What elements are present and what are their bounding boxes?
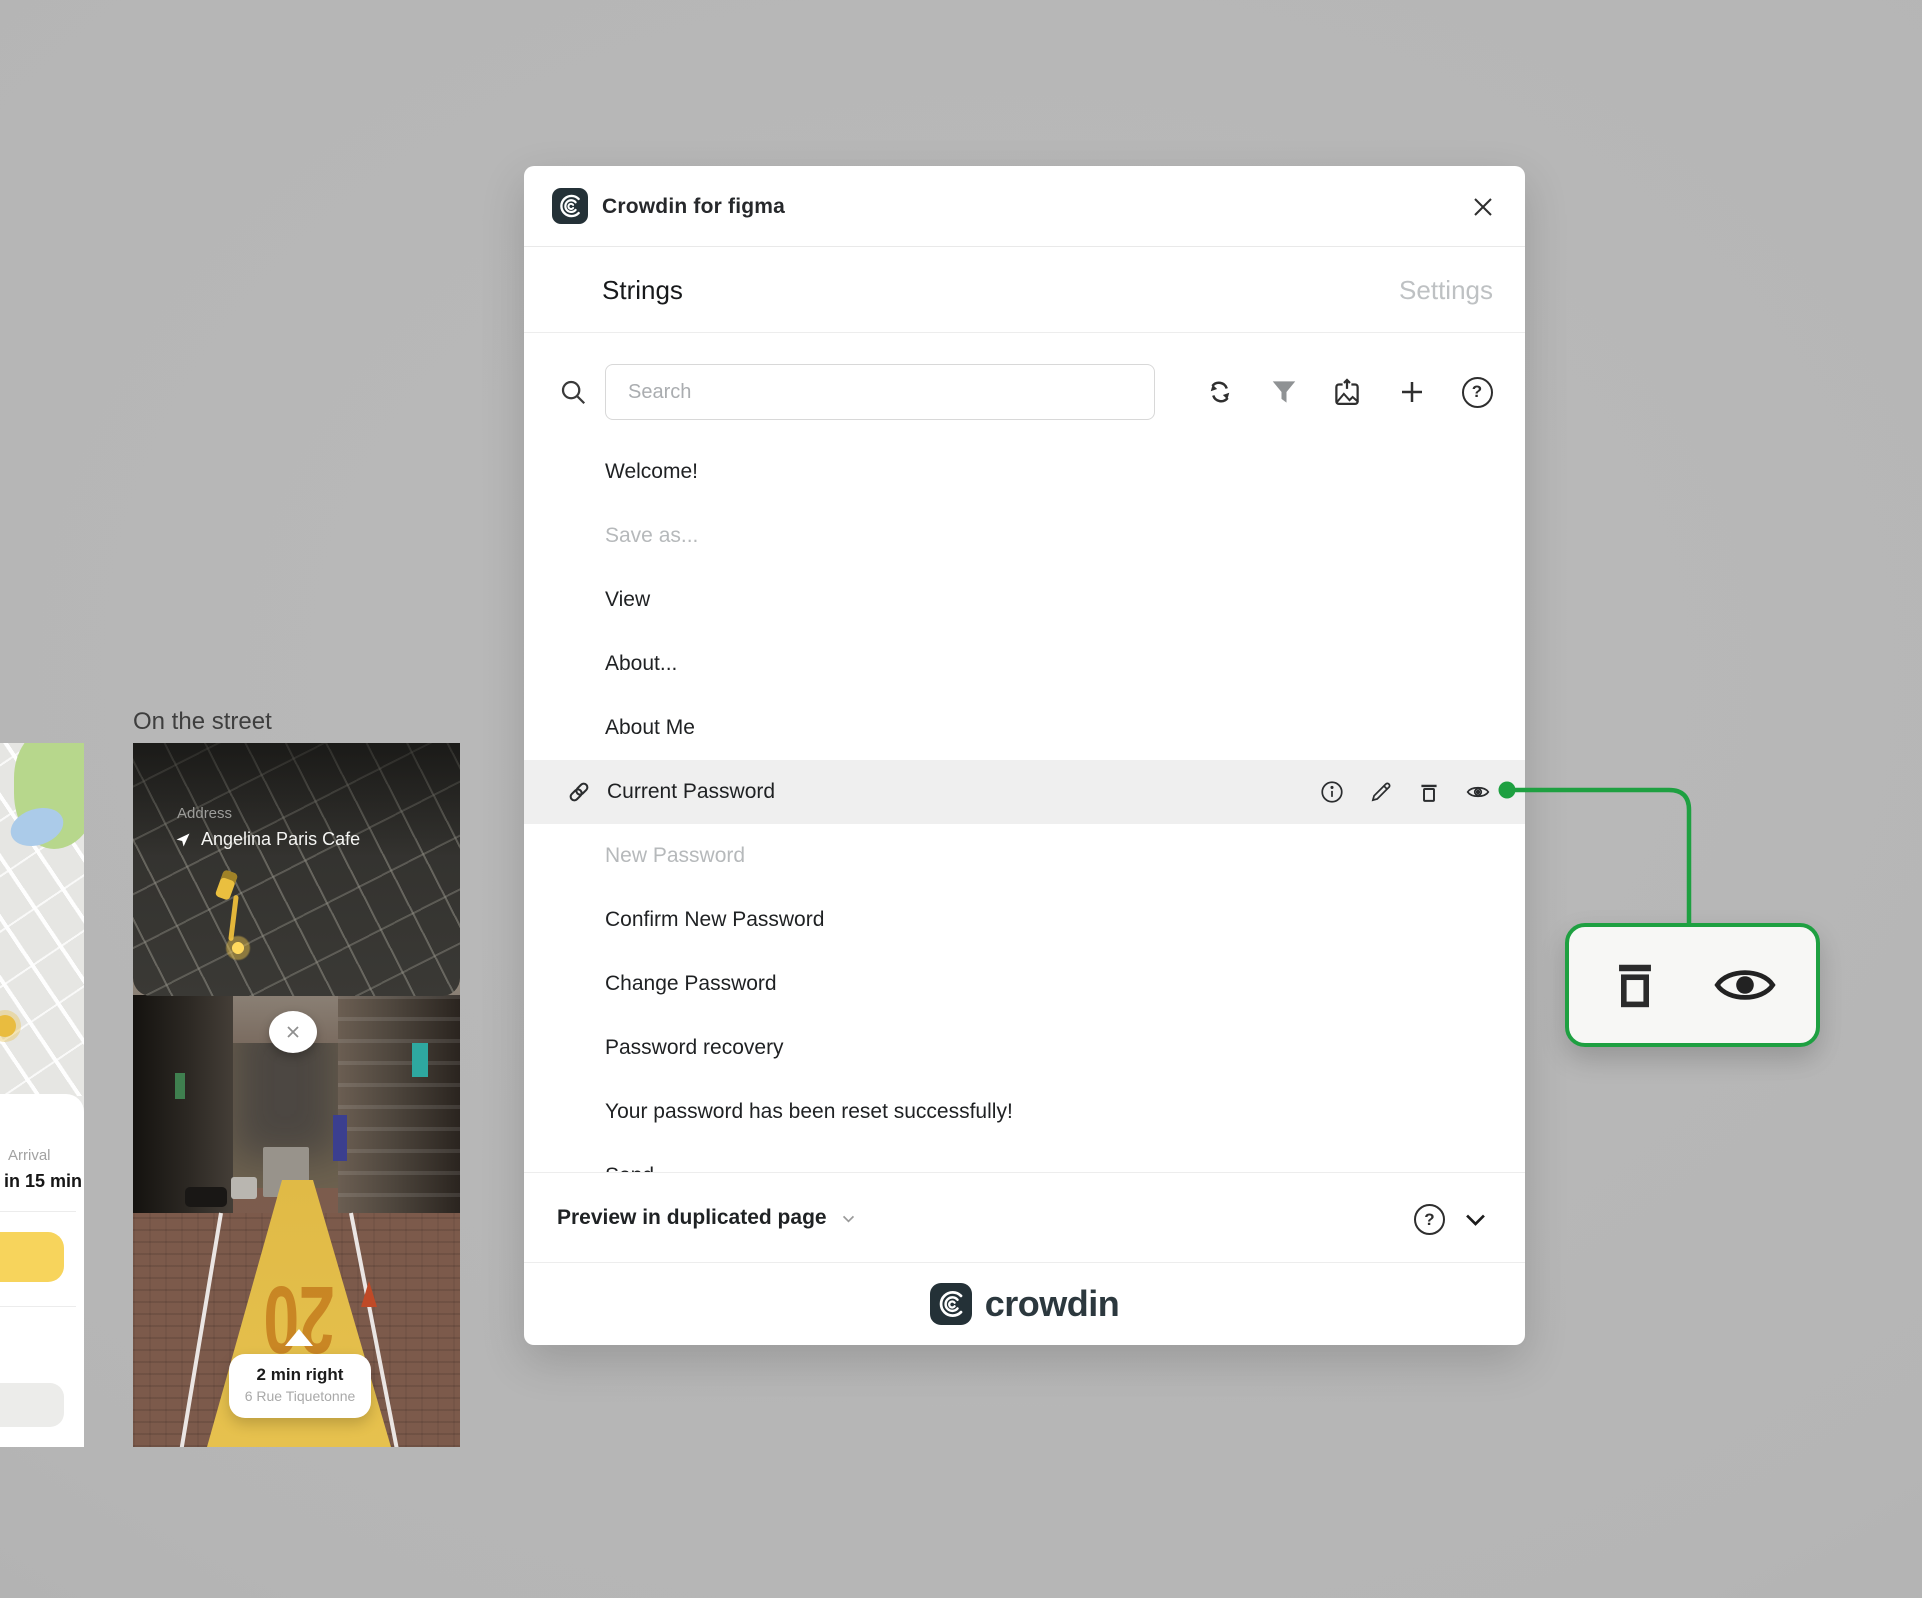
- canvas-frame-title: On the street: [133, 708, 272, 735]
- string-row[interactable]: Save as...: [524, 504, 1525, 568]
- preview-eye-icon[interactable]: [1465, 779, 1491, 805]
- string-row[interactable]: Confirm New Password: [524, 888, 1525, 952]
- strings-list: Welcome! Save as... View About... About …: [524, 440, 1525, 1172]
- preview-help-icon[interactable]: ?: [1414, 1204, 1445, 1235]
- direction-card: 2 min right 6 Rue Tiquetonne: [229, 1354, 371, 1418]
- chevron-down-icon[interactable]: [1462, 1206, 1489, 1233]
- crowdin-wordmark: crowdin: [984, 1283, 1120, 1324]
- parked-car: [185, 1187, 227, 1207]
- destination-glow: [225, 935, 251, 961]
- mini-map: [0, 743, 84, 1096]
- export-image-icon[interactable]: [1329, 374, 1365, 410]
- direction-arrow: [285, 1329, 313, 1346]
- plugin-title: Crowdin for figma: [602, 194, 786, 218]
- string-row-partial[interactable]: Send: [524, 1144, 1525, 1172]
- dismiss-map-button[interactable]: [269, 1011, 317, 1053]
- delete-icon[interactable]: [1416, 779, 1442, 805]
- address-value: Angelina Paris Cafe: [201, 829, 361, 849]
- crowdin-plugin-window: Crowdin for figma Strings Settings Searc…: [524, 166, 1525, 1345]
- crowdin-logo-icon: [552, 188, 588, 224]
- plugin-header: Crowdin for figma: [524, 166, 1525, 247]
- info-icon[interactable]: [1319, 779, 1345, 805]
- taxi-marker: [0, 1015, 16, 1037]
- edit-icon[interactable]: [1368, 779, 1394, 805]
- left-phone-frame[interactable]: Arrival in 15 min: [0, 743, 84, 1447]
- divider: [0, 1306, 76, 1307]
- nav-arrow-icon: [175, 832, 191, 848]
- green-sign: [175, 1073, 185, 1099]
- traffic-cone: [361, 1281, 377, 1307]
- van: [231, 1177, 257, 1199]
- secondary-button[interactable]: [0, 1383, 64, 1427]
- chevron-down-small-icon: [842, 1215, 854, 1223]
- address-label: Address: [177, 805, 233, 822]
- street-phone-frame[interactable]: 20 2 min right 6 Rue Tiquetonne Address …: [133, 743, 460, 1447]
- link-icon: [566, 779, 592, 805]
- string-row[interactable]: Password recovery: [524, 1016, 1525, 1080]
- arrival-label: Arrival: [8, 1147, 51, 1164]
- teal-sign: [412, 1043, 428, 1077]
- yellow-action-button[interactable]: [0, 1232, 64, 1282]
- string-row[interactable]: Change Password: [524, 952, 1525, 1016]
- plugin-footer: crowdin: [524, 1262, 1525, 1345]
- callout-box: [1565, 923, 1820, 1047]
- building-right-floors: [338, 995, 460, 1223]
- search-input[interactable]: [605, 364, 1155, 420]
- tab-bar: Strings Settings: [524, 247, 1525, 333]
- string-row[interactable]: New Password: [524, 824, 1525, 888]
- preview-label: Preview in duplicated page: [557, 1206, 827, 1229]
- eye-icon-large: [1713, 963, 1777, 1007]
- string-row[interactable]: View: [524, 568, 1525, 632]
- preview-section: Preview in duplicated page ?: [524, 1172, 1525, 1262]
- direction-text: 2 min right: [256, 1365, 344, 1384]
- string-row[interactable]: About...: [524, 632, 1525, 696]
- overview-map-card: Address Angelina Paris Cafe: [133, 743, 460, 996]
- string-row[interactable]: Your password has been reset successfull…: [524, 1080, 1525, 1144]
- tab-strings[interactable]: Strings: [602, 247, 683, 333]
- preview-mode-selector[interactable]: Preview in duplicated page: [557, 1173, 857, 1263]
- string-row[interactable]: Welcome!: [524, 440, 1525, 504]
- close-icon[interactable]: [1468, 192, 1498, 222]
- string-text: Current Password: [607, 780, 776, 803]
- street-name: 6 Rue Tiquetonne: [244, 1388, 356, 1404]
- add-string-icon[interactable]: [1394, 374, 1430, 410]
- tab-settings[interactable]: Settings: [1399, 247, 1493, 333]
- string-row-selected[interactable]: Current Password: [524, 760, 1525, 824]
- sync-icon[interactable]: [1202, 374, 1238, 410]
- divider: [0, 1211, 76, 1212]
- trash-icon-large: [1609, 957, 1661, 1013]
- string-row[interactable]: About Me: [524, 696, 1525, 760]
- help-icon[interactable]: ?: [1459, 374, 1495, 410]
- crowdin-footer-logo-icon: [929, 1283, 972, 1325]
- arrival-value: in 15 min: [4, 1171, 83, 1191]
- search-icon: [558, 377, 588, 407]
- blue-sign: [333, 1115, 347, 1161]
- filter-icon[interactable]: [1266, 374, 1302, 410]
